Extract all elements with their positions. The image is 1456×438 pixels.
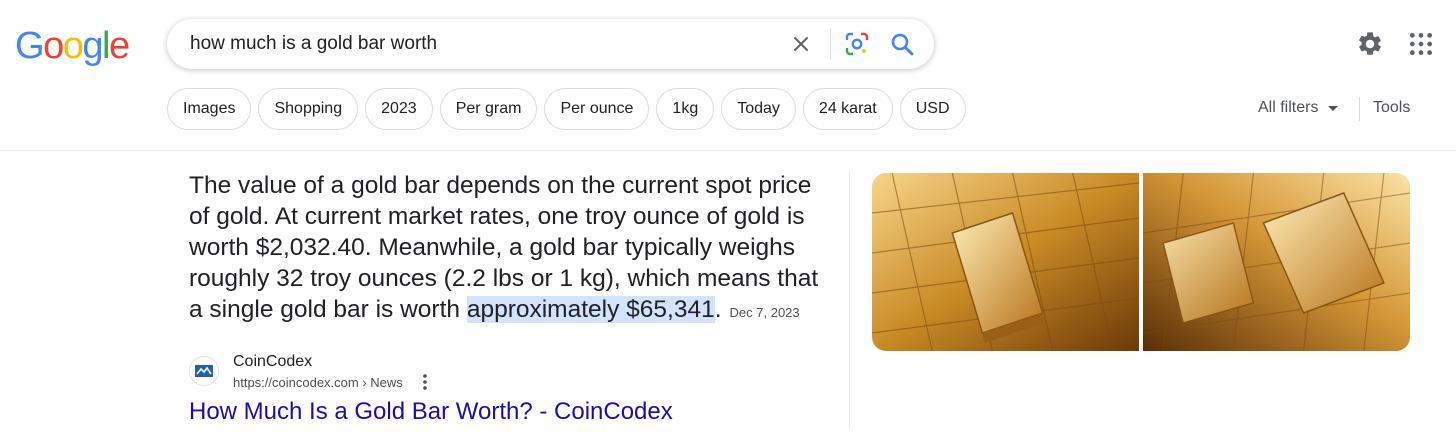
search-divider	[830, 28, 831, 60]
chip-2023[interactable]: 2023	[365, 88, 433, 130]
apps-grid-icon[interactable]	[1408, 31, 1434, 57]
source-url: https://coincodex.com › News	[233, 375, 403, 390]
all-filters-label: All filters	[1258, 99, 1319, 116]
snippet-end: .	[714, 296, 722, 323]
more-vert-icon[interactable]	[417, 373, 433, 391]
all-filters-button[interactable]: All filters	[1258, 99, 1339, 117]
toolbar-divider	[1359, 97, 1360, 121]
caret-down-icon	[1328, 105, 1339, 111]
chip-24-karat[interactable]: 24 karat	[802, 88, 893, 130]
chip-images[interactable]: Images	[167, 88, 252, 130]
chip-1kg[interactable]: 1kg	[656, 88, 715, 130]
header-divider	[0, 150, 1456, 151]
google-logo[interactable]: Google	[15, 26, 130, 66]
coincodex-favicon	[189, 356, 219, 386]
gold-bars-image-2[interactable]	[1143, 173, 1410, 351]
clear-icon[interactable]	[789, 32, 813, 56]
snippet-highlight: approximately $65,341	[466, 296, 715, 323]
search-box[interactable]: how much is a gold bar worth	[167, 19, 934, 69]
settings-gear-icon[interactable]	[1356, 30, 1384, 58]
chip-today[interactable]: Today	[721, 88, 796, 130]
filter-chips: Images Shopping 2023 Per gram Per ounce …	[167, 88, 966, 132]
featured-snippet: The value of a gold bar depends on the c…	[189, 170, 829, 328]
image-results	[872, 173, 1410, 351]
snippet-date: Dec 7, 2023	[729, 305, 800, 320]
tools-button[interactable]: Tools	[1373, 99, 1410, 117]
search-input[interactable]: how much is a gold bar worth	[190, 33, 437, 55]
chip-per-ounce[interactable]: Per ounce	[544, 88, 650, 130]
source-name: CoinCodex	[233, 353, 313, 370]
chip-usd[interactable]: USD	[899, 88, 966, 130]
column-divider	[849, 172, 850, 428]
chip-shopping[interactable]: Shopping	[258, 88, 359, 130]
gold-bars-image-1[interactable]	[872, 173, 1139, 351]
search-icon[interactable]	[889, 31, 915, 57]
google-lens-icon[interactable]	[844, 31, 870, 57]
result-title-link[interactable]: How Much Is a Gold Bar Worth? - CoinCode…	[189, 398, 673, 426]
chip-per-gram[interactable]: Per gram	[439, 88, 538, 130]
